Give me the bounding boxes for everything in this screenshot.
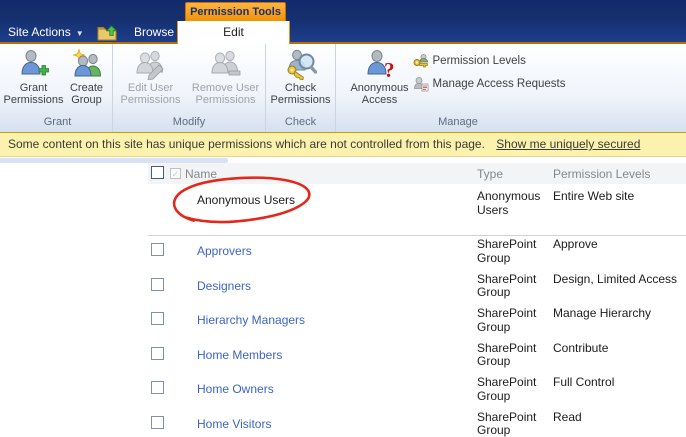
top-tab-bar: Permission Tools Site Actions ▼ Browse Ed… bbox=[0, 0, 686, 44]
edit-user-permissions-icon bbox=[135, 50, 164, 80]
table-row-home-members: Home Members SharePoint Group Contribute bbox=[148, 340, 686, 375]
remove-user-permissions-icon bbox=[210, 50, 240, 76]
row-type: SharePoint Group bbox=[477, 340, 537, 368]
permission-levels-button[interactable]: Permission Levels bbox=[413, 52, 566, 69]
edit-user-permissions-button[interactable]: Edit User Permissions bbox=[114, 47, 187, 106]
row-permission: Design, Limited Access bbox=[553, 271, 678, 286]
status-message: Some content on this site has unique per… bbox=[8, 137, 485, 151]
group-link[interactable]: Approvers bbox=[197, 244, 252, 271]
chevron-down-icon: ▼ bbox=[75, 29, 84, 38]
row-name-text: Anonymous Users bbox=[197, 193, 296, 207]
row-checkbox[interactable] bbox=[151, 243, 164, 256]
column-header-type: Type bbox=[477, 166, 504, 181]
row-checkbox[interactable] bbox=[151, 312, 164, 325]
group-link[interactable]: Hierarchy Managers bbox=[197, 313, 305, 340]
table-row-home-owners: Home Owners SharePoint Group Full Contro… bbox=[148, 374, 686, 409]
row-type: SharePoint Group bbox=[477, 375, 537, 403]
create-group-button[interactable]: Create Group bbox=[63, 47, 111, 106]
manage-access-requests-button[interactable]: Manage Access Requests bbox=[413, 75, 565, 92]
remove-user-permissions-button[interactable]: Remove User Permissions bbox=[187, 47, 264, 106]
ribbon-group-label-manage: Manage bbox=[438, 116, 478, 128]
column-header-permission: Permission Levels bbox=[553, 166, 651, 181]
svg-text:?: ? bbox=[384, 58, 395, 80]
ribbon-group-grant: Grant Permissions Create Group Grant bbox=[3, 44, 113, 132]
row-type: SharePoint Group bbox=[477, 306, 537, 334]
permission-tools-contextual-label: Permission Tools bbox=[185, 2, 286, 22]
row-permission: Entire Web site bbox=[553, 189, 635, 203]
permissions-table: ✓ Name Type Permission Levels Anonymous … bbox=[148, 163, 686, 437]
site-actions-button[interactable]: Site Actions ▼ bbox=[8, 21, 84, 43]
table-row-designers: Designers SharePoint Group Design, Limit… bbox=[148, 271, 686, 306]
navigate-up-folder-icon[interactable] bbox=[97, 25, 119, 41]
row-type: SharePoint Group bbox=[477, 237, 537, 265]
row-permission: Approve bbox=[553, 237, 598, 251]
create-group-icon bbox=[71, 48, 101, 77]
table-header-row: ✓ Name Type Permission Levels bbox=[148, 163, 686, 184]
row-checkbox[interactable] bbox=[151, 346, 164, 360]
show-uniquely-secured-link[interactable]: Show me uniquely secured bbox=[496, 137, 640, 151]
ribbon-group-manage: ? Anonymous Access Permission Levels Man… bbox=[336, 44, 580, 132]
group-link[interactable]: Home Visitors bbox=[197, 417, 271, 437]
group-link[interactable]: Designers bbox=[197, 279, 251, 306]
status-bar: Some content on this site has unique per… bbox=[0, 132, 686, 157]
sharepoint-permissions-page: Permission Tools Site Actions ▼ Browse Ed… bbox=[0, 0, 686, 437]
table-row-home-visitors: Home Visitors SharePoint Group Read bbox=[148, 409, 686, 437]
tab-edit[interactable]: Edit bbox=[177, 21, 290, 44]
column-header-name: Name bbox=[185, 166, 218, 181]
manage-access-requests-icon bbox=[413, 76, 428, 91]
group-link[interactable]: Home Owners bbox=[197, 382, 274, 409]
table-row-anonymous-users: Anonymous Users Anonymous Users Entire W… bbox=[148, 184, 686, 236]
row-permission: Read bbox=[553, 409, 582, 424]
check-permissions-button[interactable]: Check Permissions bbox=[269, 47, 333, 106]
check-permissions-icon bbox=[287, 49, 317, 80]
row-permission: Contribute bbox=[553, 340, 609, 355]
grant-permissions-icon bbox=[20, 50, 49, 76]
row-checkbox[interactable] bbox=[151, 381, 164, 394]
table-row-approvers: Approvers SharePoint Group Approve bbox=[148, 236, 686, 271]
row-permission: Full Control bbox=[553, 375, 615, 389]
anonymous-access-button[interactable]: ? Anonymous Access bbox=[350, 47, 409, 106]
row-type: SharePoint Group bbox=[477, 271, 537, 299]
ribbon-group-label-modify: Modify bbox=[172, 116, 206, 128]
group-link[interactable]: Home Members bbox=[197, 348, 282, 375]
ribbon-group-label-check: Check bbox=[284, 116, 317, 128]
row-permission: Manage Hierarchy bbox=[553, 306, 652, 320]
row-checkbox[interactable] bbox=[151, 415, 164, 429]
ribbon-group-label-grant: Grant bbox=[43, 116, 72, 128]
row-checkbox[interactable] bbox=[151, 277, 164, 291]
ribbon: Grant Permissions Create Group Grant Edi… bbox=[0, 44, 686, 132]
tab-browse[interactable]: Browse bbox=[124, 21, 184, 44]
select-all-glyph-icon: ✓ bbox=[170, 168, 181, 179]
select-all-checkbox[interactable] bbox=[151, 165, 164, 179]
row-type: Anonymous Users bbox=[477, 189, 541, 217]
permission-levels-icon bbox=[413, 53, 428, 67]
anonymous-access-icon: ? bbox=[367, 50, 395, 80]
ribbon-group-check: Check Permissions Check bbox=[266, 44, 336, 132]
row-type: SharePoint Group bbox=[477, 409, 537, 437]
grant-permissions-button[interactable]: Grant Permissions bbox=[4, 47, 63, 106]
table-row-hierarchy-managers: Hierarchy Managers SharePoint Group Mana… bbox=[148, 305, 686, 340]
ribbon-group-modify: Edit User Permissions Remove User Permis… bbox=[113, 44, 266, 132]
